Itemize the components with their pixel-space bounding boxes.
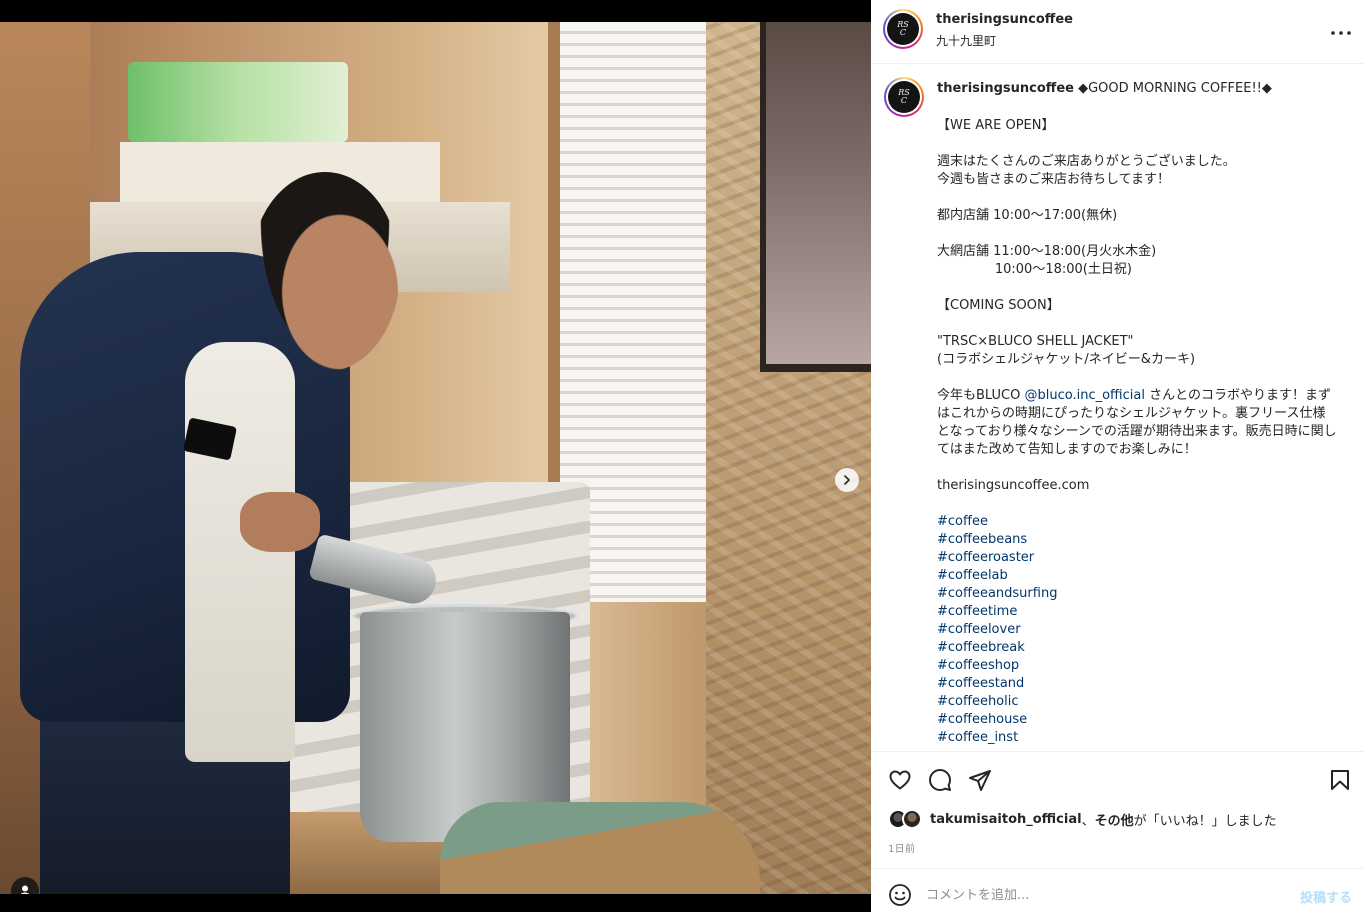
liker-username[interactable]: takumisaitoh_official (930, 812, 1082, 827)
bookmark-icon[interactable] (1328, 768, 1352, 792)
caption-line (937, 99, 1337, 117)
photo-person-hand (240, 492, 320, 552)
photo-package (128, 62, 348, 142)
comment-icon[interactable] (928, 768, 952, 792)
caption-para-prefix: 今年もBLUCO (937, 388, 1025, 403)
bottom-letterbox (0, 894, 871, 912)
hashtag-link[interactable]: #coffeelab (937, 567, 1337, 585)
hashtag-link[interactable]: #coffee (937, 513, 1337, 531)
caption-line: 【COMING SOON】 (937, 298, 1060, 313)
photo-burlap-bag (440, 802, 760, 894)
likes-summary: takumisaitoh_official、その他 が「いいね！」しました (888, 809, 1277, 829)
website-text: therisingsuncoffee.com (937, 478, 1090, 493)
more-options-icon[interactable] (1330, 20, 1352, 41)
caption-line (937, 279, 1337, 297)
caption-line: 【WE ARE OPEN】 (937, 118, 1055, 133)
caption-line (937, 225, 1337, 243)
likes-separator: 、 (1081, 813, 1095, 829)
caption-line (937, 135, 1337, 153)
brand-logo: RS C (887, 13, 919, 45)
caption-line (937, 315, 1337, 333)
mention-link[interactable]: @bluco.inc_official (1024, 388, 1144, 403)
caption-headline: ◆GOOD MORNING COFFEE!!◆ (1078, 81, 1272, 96)
hashtag-link[interactable]: #coffeelover (937, 621, 1337, 639)
hashtag-link[interactable]: #coffeeholic (937, 693, 1337, 711)
photo-framed-picture (760, 22, 871, 372)
hashtag-link[interactable]: #coffeeroaster (937, 549, 1337, 567)
liker-avatar[interactable] (902, 809, 922, 829)
caption-line: (コラボシェルジャケット/ネイビー&カーキ) (937, 352, 1196, 367)
caption-first-line: therisingsuncoffee ◆GOOD MORNING COFFEE!… (937, 81, 1272, 96)
send-icon[interactable] (968, 768, 992, 792)
hashtag-link[interactable]: #coffeehouse (937, 711, 1337, 729)
caption-section: RS C therisingsuncoffee ◆GOOD MORNING COF… (871, 65, 1364, 751)
caption-line (937, 189, 1337, 207)
hashtag-link[interactable]: #coffee_inst (937, 729, 1337, 747)
caption-line (937, 369, 1337, 387)
hashtag-link[interactable]: #coffeeshop (937, 657, 1337, 675)
caption-lines: 【WE ARE OPEN】週末はたくさんのご来店ありがとうございました。 今週も皆… (937, 99, 1337, 387)
likes-suffix: が「いいね！」しました (1133, 813, 1277, 829)
post-comment-button[interactable]: 投稿する (1300, 887, 1352, 906)
post-username[interactable]: therisingsuncoffee (936, 12, 1073, 27)
likes-others-link[interactable]: その他 (1095, 810, 1134, 829)
post-photo[interactable] (0, 22, 871, 894)
avatar-ring: RS C (886, 79, 922, 115)
emoji-icon[interactable] (888, 883, 912, 907)
post-side-panel: RS C therisingsuncoffee 九十九里町 RS C therisi… (871, 0, 1364, 912)
brand-logo: RS C (888, 81, 920, 113)
photo-person-head (250, 172, 400, 372)
caption-paragraph: 今年もBLUCO @bluco.inc_official さんとのコラボやります… (937, 387, 1337, 459)
liker-avatars (888, 809, 924, 829)
caption-avatar[interactable]: RS C (884, 77, 924, 117)
post-header: RS C therisingsuncoffee 九十九里町 (871, 0, 1364, 64)
more-horizontal-icon (1331, 31, 1351, 35)
photo-person-shirt (185, 342, 295, 762)
top-letterbox (0, 0, 871, 22)
user-icon (20, 885, 30, 894)
avatar-ring: RS C (885, 11, 921, 47)
caption-line: 週末はたくさんのご来店ありがとうございました。 (937, 154, 1236, 169)
caption-body: 【WE ARE OPEN】週末はたくさんのご来店ありがとうございました。 今週も皆… (937, 99, 1337, 747)
hashtag-link[interactable]: #coffeebeans (937, 531, 1337, 549)
chevron-right-icon (844, 475, 850, 485)
caption-line: 大網店舗 11:00～18:00(月火水木金) (937, 244, 1157, 259)
caption-line: "TRSC×BLUCO SHELL JACKET" (937, 334, 1134, 349)
post-timestamp[interactable]: 1日前 (888, 840, 915, 855)
caption-username[interactable]: therisingsuncoffee (937, 81, 1074, 96)
post-location[interactable]: 九十九里町 (936, 32, 996, 49)
heart-icon[interactable] (888, 768, 912, 792)
caption-line: 10:00～18:00(土日祝) (937, 262, 1132, 277)
hashtag-link[interactable]: #coffeestand (937, 675, 1337, 693)
hashtag-link[interactable]: #coffeeandsurfing (937, 585, 1337, 603)
comment-input[interactable] (926, 879, 1266, 911)
caption-line: 今週も皆さまのご来店お待ちしてます！ (937, 172, 1170, 187)
hashtag-link[interactable]: #coffeebreak (937, 639, 1337, 657)
hashtag-link[interactable]: #coffeetime (937, 603, 1337, 621)
action-bar: takumisaitoh_official、その他 が「いいね！」しました 1日前 (871, 751, 1364, 868)
comment-bar: 投稿する (871, 868, 1364, 912)
profile-avatar[interactable]: RS C (883, 9, 923, 49)
hashtag-list: #coffee #coffeebeans #coffeeroaster #coffee… (937, 513, 1337, 747)
carousel-next-button[interactable] (835, 468, 859, 492)
caption-line: 都内店舗 10:00～17:00(無休) (937, 208, 1118, 223)
